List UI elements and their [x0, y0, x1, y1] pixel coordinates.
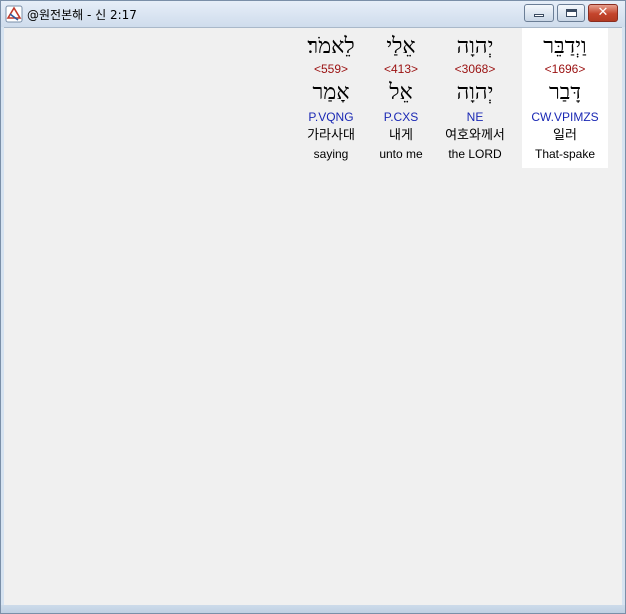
hebrew-lemma: דָּבַר — [549, 80, 581, 105]
word-column-2[interactable]: יְהוָה <3068> יְהוָה NE 여호와께서 the LORD — [432, 28, 518, 168]
minimize-button[interactable] — [524, 4, 554, 22]
morph-code: NE — [466, 110, 484, 124]
app-logo-icon[interactable] — [5, 5, 23, 23]
hebrew-word: יְהוָה — [456, 34, 494, 59]
title-bar[interactable]: @원전본해 - 신 2:17 ✕ — [1, 1, 625, 27]
morph-code: P.VQNG — [308, 110, 354, 124]
maximize-button[interactable] — [557, 4, 585, 22]
minimize-icon — [534, 14, 544, 17]
morph-code: CW.VPIMZS — [531, 110, 599, 124]
hebrew-word: לֵאמֹר׃ — [307, 34, 355, 59]
window-title: @원전본해 - 신 2:17 — [27, 8, 137, 22]
hebrew-word: וַיְדַבֵּר — [543, 34, 587, 59]
app-window: @원전본해 - 신 2:17 ✕ וַיְדַבֵּר <1696> דָּבַ… — [0, 0, 626, 614]
strong-number: <1696> — [544, 62, 586, 76]
korean-gloss: 일러 — [553, 128, 577, 143]
strong-number: <3068> — [454, 62, 496, 76]
english-gloss: saying — [313, 147, 349, 161]
korean-gloss: 가라사대 — [307, 128, 355, 143]
close-icon: ✕ — [597, 5, 609, 20]
window-bottom-border — [1, 605, 625, 613]
hebrew-lemma: יְהוָה — [456, 80, 494, 105]
korean-gloss: 여호와께서 — [445, 128, 505, 143]
close-button[interactable]: ✕ — [588, 4, 618, 22]
word-column-4[interactable]: לֵאמֹר׃ <559> אָמַר P.VQNG 가라사대 saying — [288, 28, 374, 168]
interlinear-panel[interactable]: וַיְדַבֵּר <1696> דָּבַר CW.VPIMZS 일러 Th… — [4, 27, 622, 606]
hebrew-lemma: אָמַר — [312, 80, 350, 105]
maximize-icon — [566, 9, 577, 17]
word-column-1[interactable]: וַיְדַבֵּר <1696> דָּבַר CW.VPIMZS 일러 Th… — [522, 28, 608, 168]
english-gloss: That-spake — [534, 147, 596, 161]
english-gloss: the LORD — [448, 147, 502, 161]
strong-number: <559> — [313, 62, 349, 76]
